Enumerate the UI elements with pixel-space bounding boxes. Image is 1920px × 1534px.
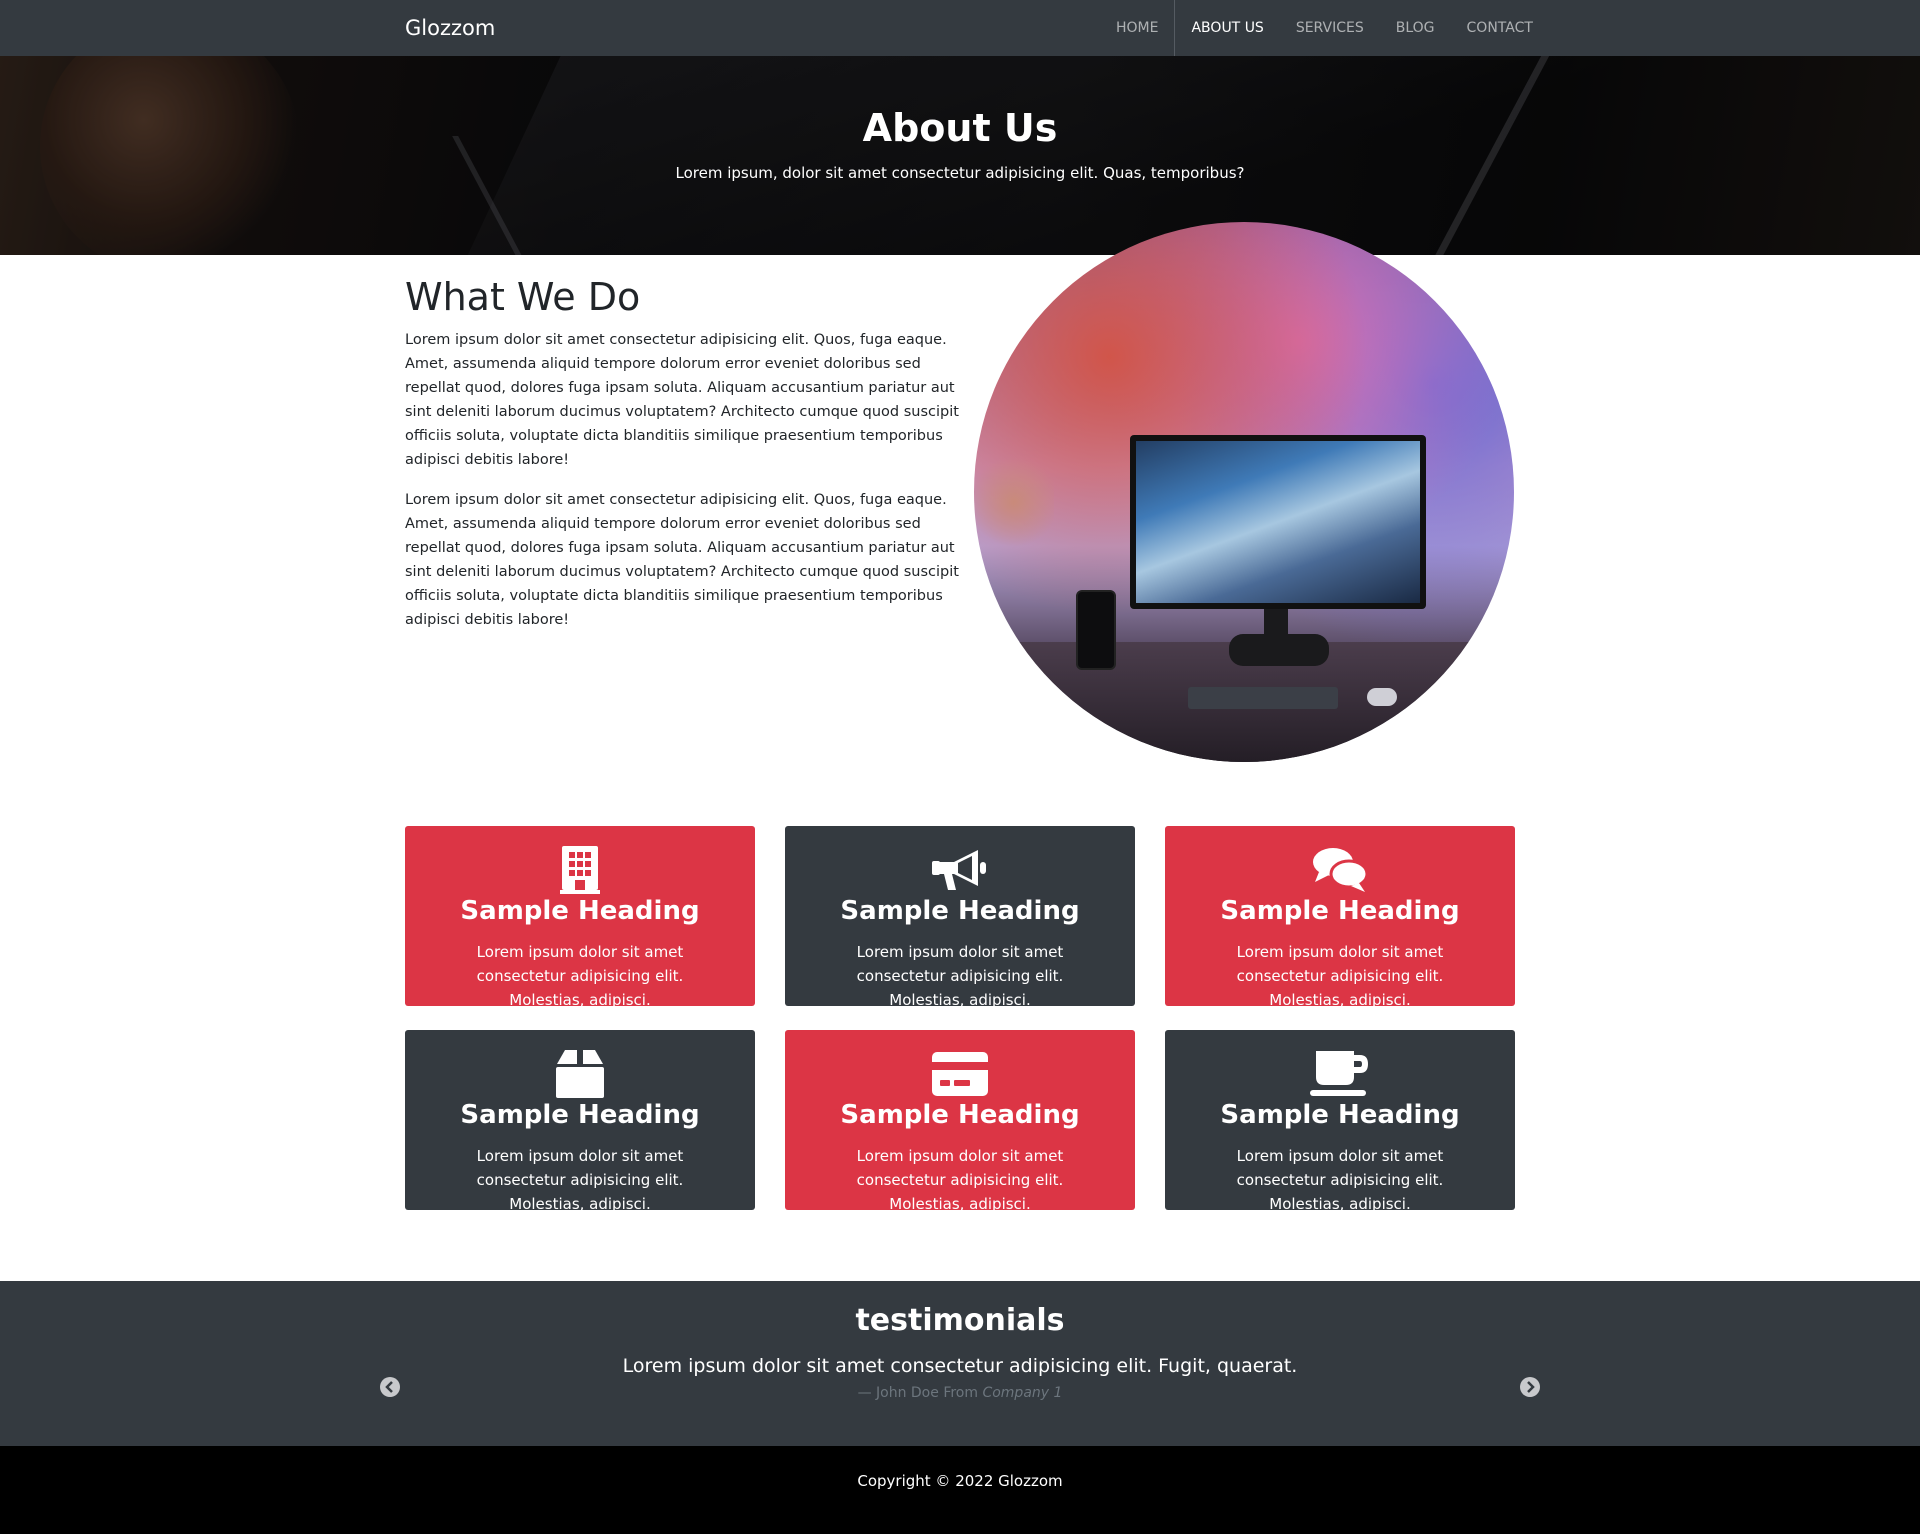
footer: Copyright © 2022 Glozzom — [0, 1446, 1920, 1534]
nav-link-services[interactable]: SERVICES — [1280, 0, 1380, 56]
navbar: Glozzom HOME ABOUT US SERVICES BLOG CONT… — [0, 0, 1920, 56]
hero-title: About Us — [862, 106, 1058, 150]
monitor-base-shape — [1229, 634, 1329, 666]
workspace-image — [974, 222, 1514, 762]
nav-links: HOME ABOUT US SERVICES BLOG CONTACT — [1100, 0, 1549, 56]
testimonials-title: testimonials — [855, 1303, 1065, 1338]
copyright-text: Copyright © 2022 Glozzom — [857, 1472, 1063, 1490]
carousel-next-button[interactable] — [1520, 1377, 1540, 1397]
feature-card: Sample Heading Lorem ipsum dolor sit ame… — [405, 826, 755, 1009]
feature-card: Sample Heading Lorem ipsum dolor sit ame… — [1165, 826, 1515, 1009]
nav-link-about-us[interactable]: ABOUT US — [1174, 0, 1279, 56]
comments-icon — [1165, 846, 1515, 894]
coffee-icon — [1165, 1050, 1515, 1098]
testimonial-quote: Lorem ipsum dolor sit amet consectetur a… — [622, 1355, 1298, 1377]
chevron-left-icon — [385, 1381, 393, 1393]
phone-shape — [1076, 590, 1116, 670]
paragraph: Lorem ipsum dolor sit amet consectetur a… — [405, 332, 959, 468]
testimonial-author-name: — John Doe From — [857, 1385, 978, 1401]
chevron-right-icon — [1527, 1381, 1535, 1393]
paragraph: Lorem ipsum dolor sit amet consectetur a… — [405, 492, 959, 628]
screen-shape — [1136, 441, 1420, 603]
card-heading: Sample Heading — [460, 896, 700, 926]
brand-link[interactable]: Glozzom — [405, 16, 495, 40]
card-heading: Sample Heading — [460, 1100, 700, 1130]
box-icon — [405, 1050, 755, 1098]
card-text: Lorem ipsum dolor sit amet consectetur a… — [856, 943, 1064, 1009]
nav-link-blog[interactable]: BLOG — [1380, 0, 1451, 56]
hero-banner: About Us Lorem ipsum, dolor sit amet con… — [0, 56, 1920, 255]
card-text: Lorem ipsum dolor sit amet consectetur a… — [1236, 943, 1444, 1009]
card-text: Lorem ipsum dolor sit amet consectetur a… — [1236, 1147, 1444, 1213]
testimonial-author: — John Doe From Company 1 — [0, 1385, 1920, 1401]
megaphone-icon — [785, 846, 1135, 894]
card-heading: Sample Heading — [840, 896, 1080, 926]
testimonials-section: testimonials Lorem ipsum dolor sit amet … — [0, 1281, 1920, 1446]
feature-card: Sample Heading Lorem ipsum dolor sit ame… — [785, 1030, 1135, 1213]
card-text: Lorem ipsum dolor sit amet consectetur a… — [476, 943, 684, 1009]
keyboard-shape — [1188, 687, 1338, 709]
hero-subtitle: Lorem ipsum, dolor sit amet consectetur … — [675, 164, 1245, 182]
mouse-shape — [1367, 688, 1397, 706]
card-heading: Sample Heading — [1220, 896, 1460, 926]
carousel-prev-button[interactable] — [380, 1377, 400, 1397]
section-title: What We Do — [405, 275, 641, 319]
plant-shape — [974, 452, 1054, 552]
card-text: Lorem ipsum dolor sit amet consectetur a… — [856, 1147, 1064, 1213]
building-icon — [405, 846, 755, 894]
feature-card: Sample Heading Lorem ipsum dolor sit ame… — [1165, 1030, 1515, 1213]
hero-overlay — [0, 56, 1920, 255]
card-text: Lorem ipsum dolor sit amet consectetur a… — [476, 1147, 684, 1213]
feature-card: Sample Heading Lorem ipsum dolor sit ame… — [405, 1030, 755, 1213]
card-heading: Sample Heading — [840, 1100, 1080, 1130]
credit-card-icon — [785, 1050, 1135, 1098]
nav-link-contact[interactable]: CONTACT — [1451, 0, 1549, 56]
feature-card: Sample Heading Lorem ipsum dolor sit ame… — [785, 826, 1135, 1009]
nav-link-home[interactable]: HOME — [1100, 0, 1174, 56]
card-heading: Sample Heading — [1220, 1100, 1460, 1130]
testimonial-company: Company 1 — [982, 1385, 1063, 1401]
